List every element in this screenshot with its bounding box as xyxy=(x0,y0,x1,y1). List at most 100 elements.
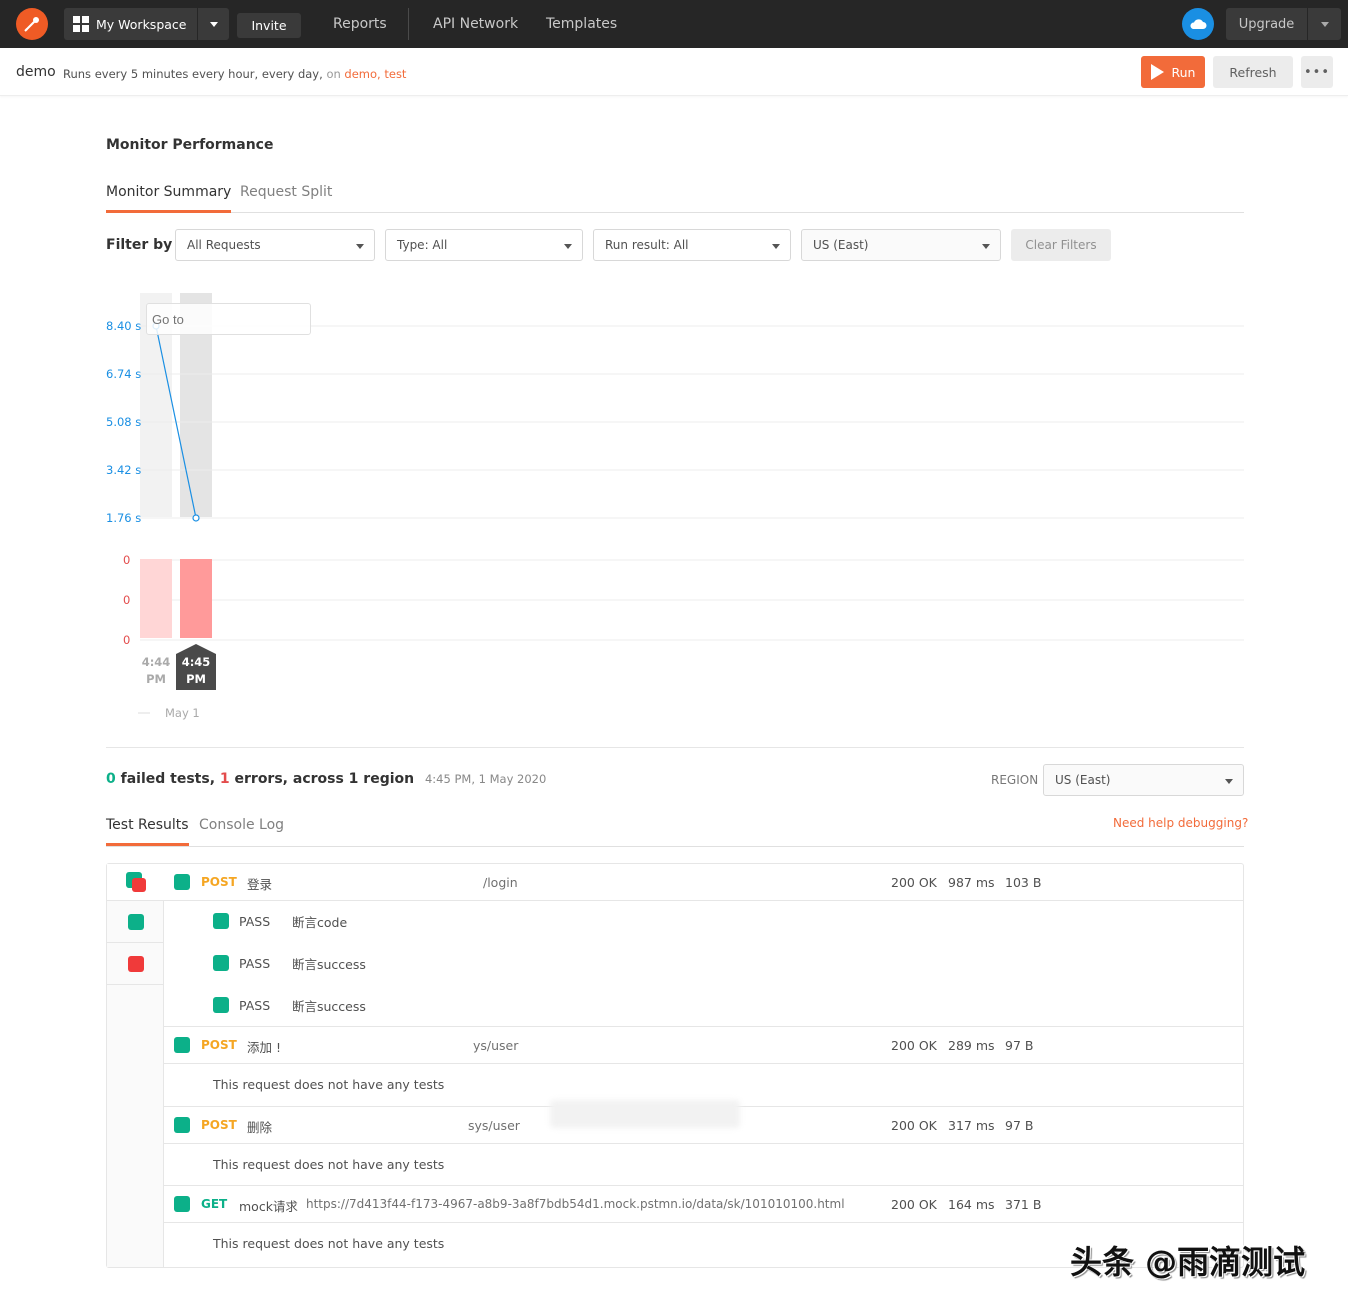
play-icon xyxy=(1150,64,1164,80)
run-timestamp: 4:45 PM, 1 May 2020 xyxy=(424,772,547,786)
test-name: 断言code xyxy=(292,914,348,930)
chevron-down-icon xyxy=(1320,21,1329,27)
postman-logo-icon[interactable] xyxy=(16,8,48,40)
data-point xyxy=(192,514,200,522)
test-results-table: POST 登录 /login 200 OK 987 ms 103 B PASS … xyxy=(106,863,1244,1268)
request-method: POST xyxy=(201,875,237,889)
filter-passed-button[interactable] xyxy=(107,901,164,943)
run-result-filter-select[interactable]: Run result: All xyxy=(593,229,791,261)
request-name: 登录 xyxy=(247,877,273,892)
pass-status-icon xyxy=(174,1037,190,1053)
select-value: All Requests xyxy=(187,238,261,252)
filter-label: Filter by xyxy=(106,237,173,253)
date-label: May 1 xyxy=(165,706,200,720)
type-filter-select[interactable]: Type: All xyxy=(385,229,583,261)
request-url: /login xyxy=(483,875,518,890)
workspace-dropdown-button[interactable] xyxy=(197,8,229,40)
goto-input[interactable] xyxy=(146,303,311,335)
tab-console-log[interactable]: Console Log xyxy=(199,817,284,846)
request-row[interactable]: POST 登录 /login 200 OK 987 ms 103 B xyxy=(164,864,1243,901)
run-summary: 0 failed tests, 1 errors, across 1 regio… xyxy=(106,771,546,787)
response-size: 371 B xyxy=(1005,1197,1042,1212)
response-size: 97 B xyxy=(1005,1038,1034,1053)
workspace-switcher[interactable]: My Workspace xyxy=(64,8,229,40)
no-tests-message: This request does not have any tests xyxy=(213,1077,445,1092)
upgrade-control[interactable]: Upgrade xyxy=(1226,8,1341,40)
nav-reports[interactable]: Reports xyxy=(333,0,387,48)
upgrade-button[interactable]: Upgrade xyxy=(1226,8,1308,40)
clear-filters-button[interactable]: Clear Filters xyxy=(1011,229,1111,261)
request-row[interactable]: GET mock请求 https://7d413f44-f173-4967-a8… xyxy=(164,1186,1243,1223)
test-name: 断言success xyxy=(292,956,366,972)
environment-link[interactable]: test xyxy=(384,67,406,81)
fail-status-icon xyxy=(127,955,144,972)
result-tabs: Test Results Console Log xyxy=(106,813,1244,847)
test-result: PASS 断言success xyxy=(213,995,366,1015)
filter-all-button[interactable] xyxy=(107,864,164,901)
pass-status-icon xyxy=(174,1117,190,1133)
run-label: Run xyxy=(1171,64,1196,80)
request-name: 添加 ! xyxy=(247,1040,281,1055)
no-tests-row: This request does not have any tests xyxy=(164,1144,1243,1186)
failure-bar xyxy=(140,559,172,638)
request-row[interactable]: POST 添加 ! ys/user 200 OK 289 ms 97 B xyxy=(164,1027,1243,1064)
grid-icon xyxy=(73,16,89,32)
chart-canvas: 8.40 s 6.74 s 5.08 s 3.42 s 1.76 s 0 0 0 4:44 PM 4… xyxy=(106,293,1244,720)
redacted-region xyxy=(550,1100,740,1128)
x-tick-label: 4:44 xyxy=(142,655,171,669)
performance-tabs: Monitor Summary Request Split xyxy=(106,180,1244,213)
response-time: 164 ms xyxy=(948,1197,995,1212)
top-bar: My Workspace Invite Reports API Network … xyxy=(0,0,1348,48)
select-value: Run result: All xyxy=(605,238,689,252)
tab-monitor-summary[interactable]: Monitor Summary xyxy=(106,184,232,213)
monitor-schedule: Runs every 5 minutes every hour, every d… xyxy=(63,67,406,81)
request-filter-select[interactable]: All Requests xyxy=(175,229,375,261)
request-url: https://7d413f44-f173-4967-a8b9-3a8f7bdb… xyxy=(306,1197,845,1211)
workspace-button[interactable]: My Workspace xyxy=(64,8,197,40)
filter-failed-button[interactable] xyxy=(107,943,164,985)
select-value: US (East) xyxy=(813,238,869,252)
invite-button[interactable]: Invite xyxy=(237,13,301,38)
region-filter-select[interactable]: US (East) xyxy=(801,229,1001,261)
on-label: on xyxy=(326,67,341,81)
nav-api-network[interactable]: API Network xyxy=(433,0,518,48)
response-status: 200 OK xyxy=(891,1118,937,1133)
cloud-sync-icon[interactable] xyxy=(1182,8,1214,40)
request-name: 删除 xyxy=(247,1120,273,1135)
test-name: 断言success xyxy=(292,998,366,1014)
select-value: Type: All xyxy=(397,238,448,252)
section-title: Monitor Performance xyxy=(106,137,274,153)
request-method: GET xyxy=(201,1197,228,1211)
response-time: 289 ms xyxy=(948,1038,995,1053)
chevron-down-icon xyxy=(772,244,780,249)
chevron-down-icon xyxy=(1225,779,1233,784)
region-select[interactable]: US (East) xyxy=(1043,764,1244,796)
run-button[interactable]: Run xyxy=(1141,56,1205,88)
pass-status-icon xyxy=(174,1196,190,1212)
help-debugging-link[interactable]: Need help debugging? xyxy=(1113,816,1248,830)
pass-status-icon xyxy=(213,997,229,1013)
test-status: PASS xyxy=(239,955,271,971)
y-tick-label: 8.40 s xyxy=(106,319,141,333)
environment-link[interactable]: demo, xyxy=(344,67,380,81)
request-url: ys/user xyxy=(473,1038,519,1053)
response-status: 200 OK xyxy=(891,875,937,890)
all-results-icon xyxy=(125,872,146,892)
refresh-button[interactable]: Refresh xyxy=(1213,56,1293,88)
pass-status-icon xyxy=(127,913,144,930)
tab-request-split[interactable]: Request Split xyxy=(240,184,332,213)
y-tick-label: 1.76 s xyxy=(106,511,141,525)
nav-templates[interactable]: Templates xyxy=(546,0,617,48)
more-options-button[interactable]: ••• xyxy=(1301,56,1333,88)
chevron-down-icon xyxy=(982,244,990,249)
response-size: 103 B xyxy=(1005,875,1042,890)
request-method: POST xyxy=(201,1118,237,1132)
tab-test-results[interactable]: Test Results xyxy=(106,817,189,846)
upgrade-dropdown-button[interactable] xyxy=(1308,8,1341,40)
section-divider xyxy=(106,747,1244,748)
chevron-down-icon xyxy=(564,244,572,249)
monitor-name: demo xyxy=(16,64,56,80)
test-list: PASS 断言code PASS 断言success PASS 断言succes… xyxy=(164,901,1243,1027)
schedule-text: Runs every 5 minutes every hour, every d… xyxy=(63,67,323,81)
x-tick-label: PM xyxy=(146,672,166,686)
